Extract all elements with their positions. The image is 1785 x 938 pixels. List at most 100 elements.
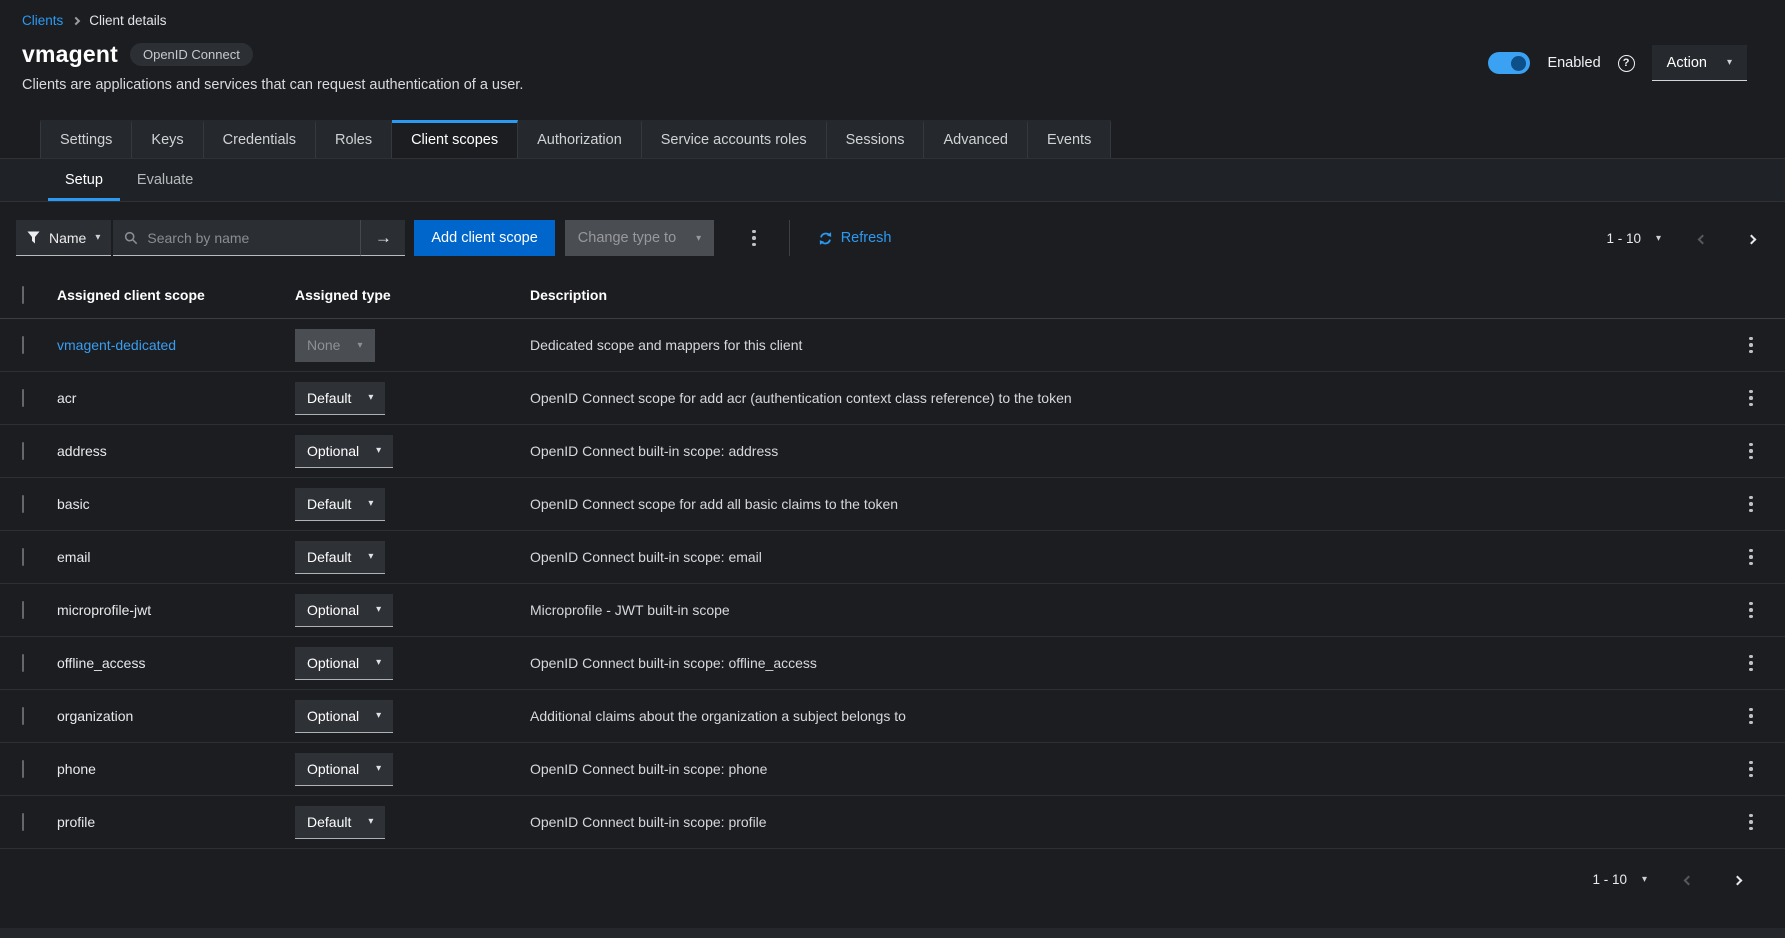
- scope-name: basic: [57, 496, 90, 512]
- refresh-button[interactable]: Refresh: [818, 230, 892, 246]
- chevron-down-icon: ▾: [95, 232, 100, 243]
- row-checkbox[interactable]: [22, 654, 24, 672]
- search-input[interactable]: Search by name: [113, 220, 360, 256]
- assigned-type-select[interactable]: Optional▾: [295, 700, 393, 733]
- pagination-prev-button[interactable]: [1699, 230, 1706, 246]
- scope-name: offline_access: [57, 655, 145, 671]
- search-submit-button[interactable]: →: [360, 220, 405, 256]
- row-kebab-menu[interactable]: [1749, 337, 1753, 354]
- tab-sessions[interactable]: Sessions: [827, 120, 925, 158]
- tab-keys[interactable]: Keys: [132, 120, 203, 158]
- chevron-down-icon: ▾: [376, 657, 381, 668]
- row-checkbox[interactable]: [22, 707, 24, 725]
- client-tabs: SettingsKeysCredentialsRolesClient scope…: [0, 120, 1785, 159]
- row-kebab-menu[interactable]: [1749, 549, 1753, 566]
- toolbar-kebab-menu[interactable]: [744, 230, 764, 247]
- assigned-type-select[interactable]: Default ▾: [295, 541, 385, 574]
- assigned-type-select[interactable]: Optional▾: [295, 594, 393, 627]
- scope-name: phone: [57, 761, 96, 777]
- assigned-type-value: Default: [307, 390, 351, 406]
- enabled-label: Enabled: [1547, 55, 1600, 71]
- scope-description: Microprofile - JWT built-in scope: [530, 602, 1717, 618]
- refresh-icon: [818, 231, 833, 246]
- scope-name: profile: [57, 814, 95, 830]
- row-checkbox[interactable]: [22, 813, 24, 831]
- pagination-prev-button[interactable]: [1685, 871, 1692, 887]
- filter-dropdown[interactable]: Name ▾: [16, 220, 111, 256]
- tab-roles[interactable]: Roles: [316, 120, 392, 158]
- row-kebab-menu[interactable]: [1749, 708, 1753, 725]
- assigned-type-select[interactable]: Optional▾: [295, 647, 393, 680]
- enabled-toggle[interactable]: [1488, 52, 1530, 74]
- chevron-down-icon: ▾: [376, 445, 381, 456]
- change-type-dropdown[interactable]: Change type to ▾: [565, 220, 714, 256]
- row-kebab-menu[interactable]: [1749, 761, 1753, 778]
- header-description: Description: [530, 287, 1717, 303]
- assigned-type-value: Optional: [307, 761, 359, 777]
- assigned-type-select[interactable]: Optional▾: [295, 753, 393, 786]
- chevron-down-icon: ▾: [357, 340, 362, 351]
- row-checkbox[interactable]: [22, 442, 24, 460]
- pagination-next-button[interactable]: [1748, 230, 1755, 246]
- scope-name: organization: [57, 708, 133, 724]
- row-kebab-menu[interactable]: [1749, 655, 1753, 672]
- pagination-range: 1 - 10: [1606, 231, 1641, 246]
- assigned-type-select[interactable]: Optional ▾: [295, 435, 393, 468]
- scope-description: OpenID Connect scope for add all basic c…: [530, 496, 1717, 512]
- row-checkbox[interactable]: [22, 495, 24, 513]
- breadcrumb-clients-link[interactable]: Clients: [22, 13, 63, 28]
- row-kebab-menu[interactable]: [1749, 443, 1753, 460]
- pagination-options-toggle[interactable]: ▾: [1642, 874, 1647, 885]
- search-icon: [124, 231, 138, 245]
- tab-authorization[interactable]: Authorization: [518, 120, 642, 158]
- tab-settings[interactable]: Settings: [40, 120, 132, 158]
- assigned-type-select[interactable]: Default▾: [295, 806, 385, 839]
- page-subtitle: Clients are applications and services th…: [22, 77, 523, 93]
- row-kebab-menu[interactable]: [1749, 814, 1753, 831]
- table-row: profileDefault▾OpenID Connect built-in s…: [0, 796, 1785, 849]
- row-kebab-menu[interactable]: [1749, 602, 1753, 619]
- chevron-down-icon: ▾: [368, 392, 373, 403]
- scope-name-link[interactable]: vmagent-dedicated: [57, 337, 176, 353]
- add-client-scope-button[interactable]: Add client scope: [414, 220, 554, 256]
- subtab-setup[interactable]: Setup: [48, 159, 120, 201]
- assigned-type-select[interactable]: Default ▾: [295, 382, 385, 415]
- pagination-next-button[interactable]: [1734, 871, 1741, 887]
- row-kebab-menu[interactable]: [1749, 390, 1753, 407]
- table-header-row: Assigned client scope Assigned type Desc…: [0, 272, 1785, 319]
- chevron-down-icon: ▾: [368, 551, 373, 562]
- tab-client-scopes[interactable]: Client scopes: [392, 120, 518, 158]
- pagination-top: 1 - 10 ▾: [1606, 230, 1755, 246]
- chevron-down-icon: ▾: [368, 498, 373, 509]
- select-all-checkbox[interactable]: [22, 286, 24, 304]
- assigned-type-value: Default: [307, 549, 351, 565]
- row-checkbox[interactable]: [22, 336, 24, 354]
- scope-name: email: [57, 549, 90, 565]
- subtab-evaluate[interactable]: Evaluate: [120, 159, 210, 201]
- pagination-options-toggle[interactable]: ▾: [1656, 233, 1661, 244]
- assigned-type-select[interactable]: Default ▾: [295, 488, 385, 521]
- assigned-type-value: Default: [307, 496, 351, 512]
- tab-advanced[interactable]: Advanced: [924, 120, 1028, 158]
- assigned-type-value: Optional: [307, 708, 359, 724]
- assigned-type-value: Default: [307, 814, 351, 830]
- scope-description: OpenID Connect built-in scope: phone: [530, 761, 1717, 777]
- pagination-range: 1 - 10: [1592, 872, 1627, 887]
- client-scopes-table: Assigned client scope Assigned type Desc…: [0, 272, 1785, 849]
- help-icon[interactable]: ?: [1618, 55, 1635, 72]
- table-toolbar: Name ▾ Search by name → Add client scope…: [0, 202, 1785, 272]
- refresh-label: Refresh: [841, 230, 892, 246]
- tab-service-accounts-roles[interactable]: Service accounts roles: [642, 120, 827, 158]
- row-checkbox[interactable]: [22, 389, 24, 407]
- tab-credentials[interactable]: Credentials: [204, 120, 316, 158]
- row-checkbox[interactable]: [22, 548, 24, 566]
- row-checkbox[interactable]: [22, 760, 24, 778]
- page-title: vmagent: [22, 41, 118, 68]
- action-dropdown[interactable]: Action ▾: [1652, 45, 1747, 81]
- row-checkbox[interactable]: [22, 601, 24, 619]
- assigned-type-value: Optional: [307, 443, 359, 459]
- row-kebab-menu[interactable]: [1749, 496, 1753, 513]
- toolbar-divider: [789, 220, 790, 256]
- breadcrumb-separator-icon: [72, 16, 80, 24]
- tab-events[interactable]: Events: [1028, 120, 1111, 158]
